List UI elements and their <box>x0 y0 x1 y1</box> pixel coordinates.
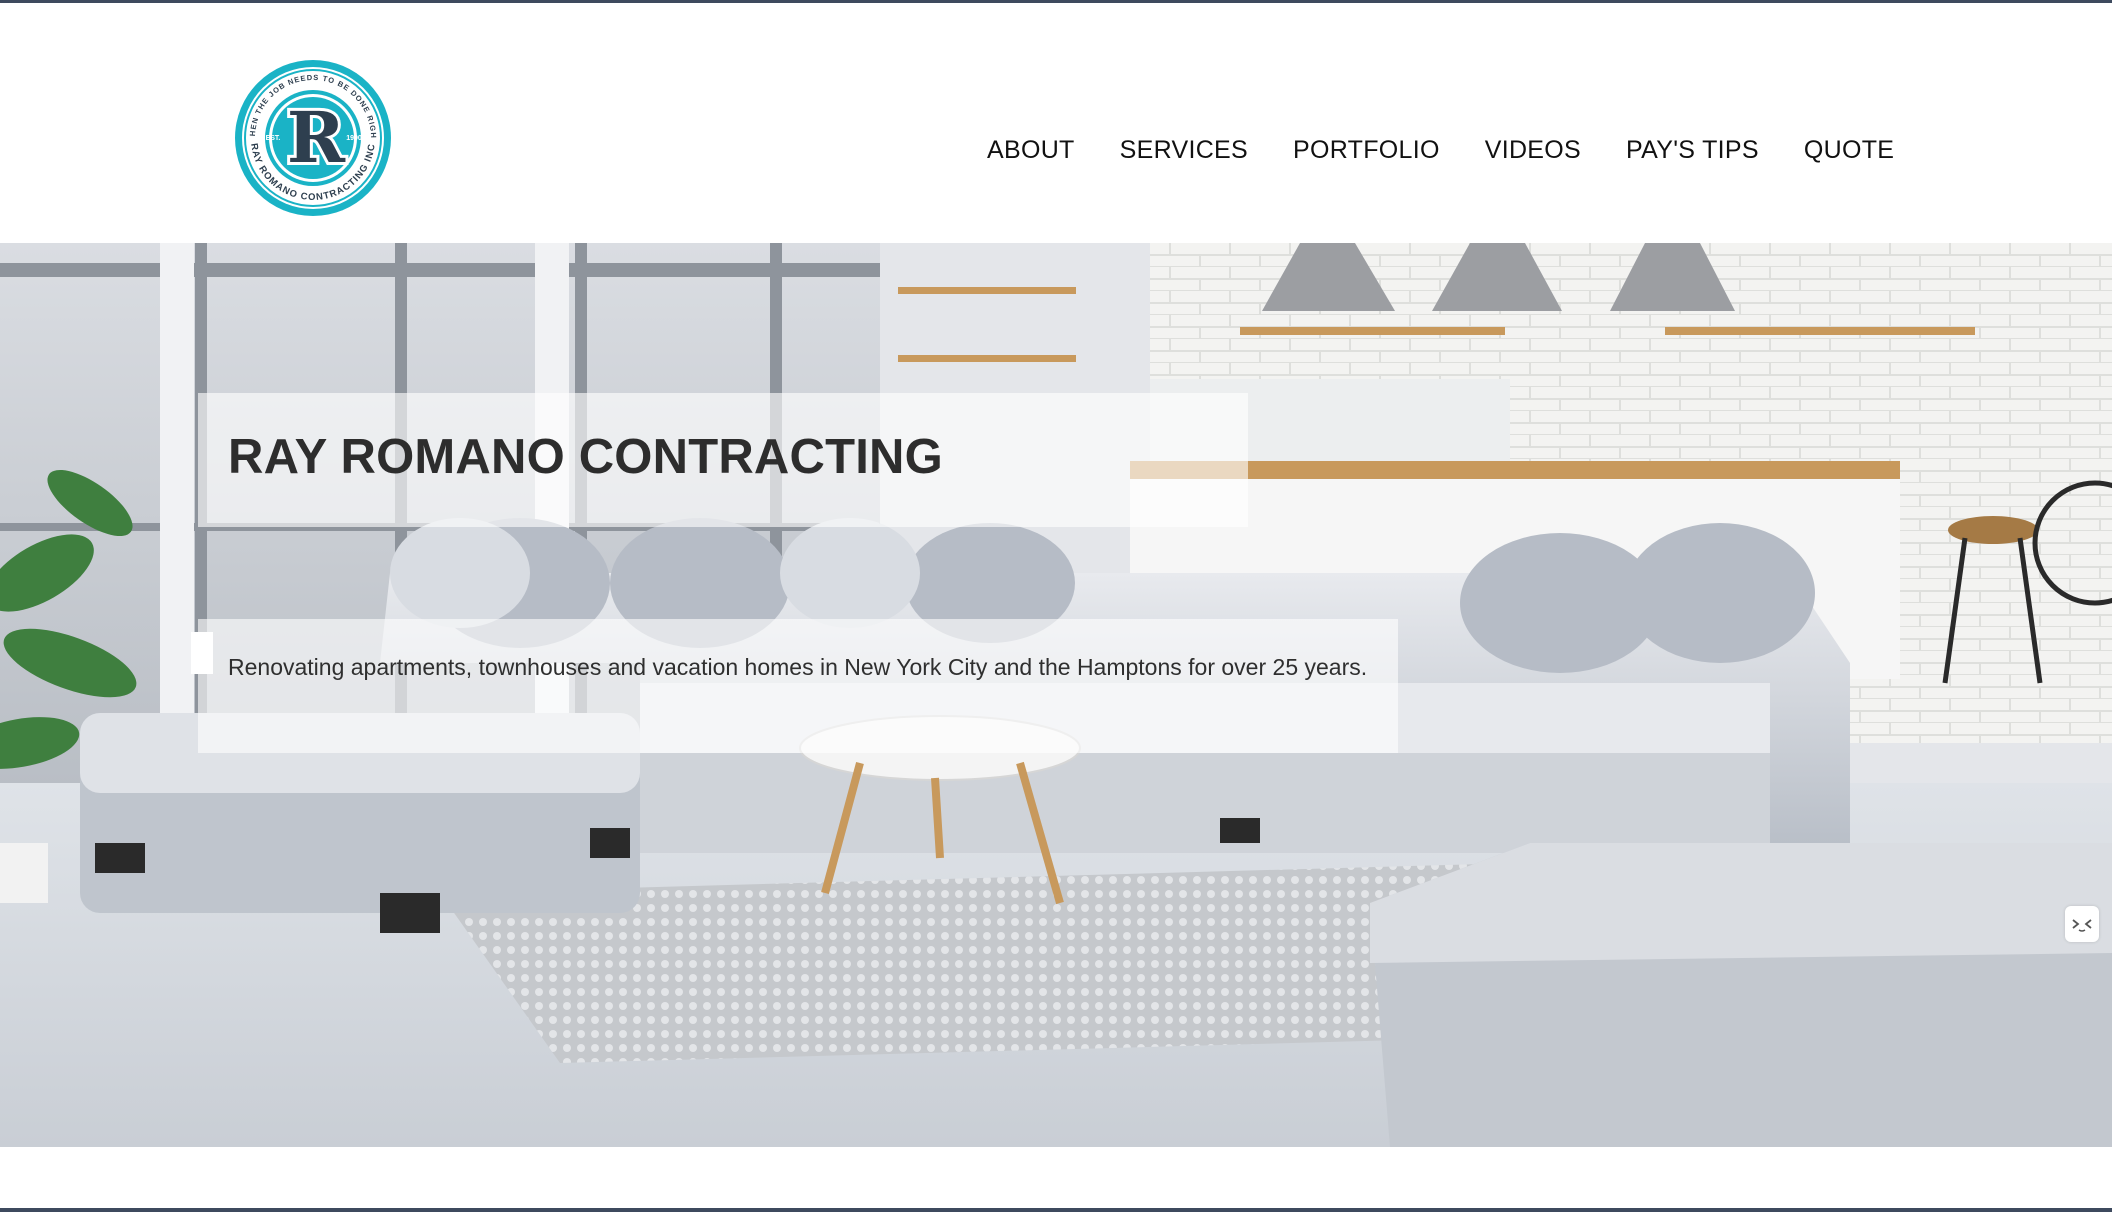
logo-est-label: EST. <box>266 135 281 142</box>
top-border <box>0 0 2112 3</box>
bottom-border <box>0 1208 2112 1212</box>
nav-portfolio[interactable]: PORTFOLIO <box>1293 136 1440 165</box>
hero-description-panel: Renovating apartments, townhouses and va… <box>198 619 1398 753</box>
main-nav: ABOUT SERVICES PORTFOLIO VIDEOS PAY'S TI… <box>987 136 1894 165</box>
hero-description: Renovating apartments, townhouses and va… <box>228 654 1368 680</box>
nav-quote[interactable]: QUOTE <box>1804 136 1894 165</box>
hero-title: RAY ROMANO CONTRACTING <box>228 430 943 484</box>
chat-widget-button[interactable] <box>2065 906 2099 942</box>
nav-videos[interactable]: VIDEOS <box>1485 136 1581 165</box>
chat-widget-icon <box>2072 919 2092 932</box>
nav-services[interactable]: SERVICES <box>1120 136 1248 165</box>
logo-est-year: 1990 <box>346 135 362 142</box>
logo-badge-icon: WHEN THE JOB NEEDS TO BE DONE RIGHT RAY … <box>229 51 391 216</box>
logo-monogram: R <box>287 96 346 179</box>
hero-title-panel: RAY ROMANO CONTRACTING <box>198 393 1248 527</box>
nav-pays-tips[interactable]: PAY'S TIPS <box>1626 136 1759 165</box>
nav-about[interactable]: ABOUT <box>987 136 1075 165</box>
logo[interactable]: WHEN THE JOB NEEDS TO BE DONE RIGHT RAY … <box>229 51 393 218</box>
